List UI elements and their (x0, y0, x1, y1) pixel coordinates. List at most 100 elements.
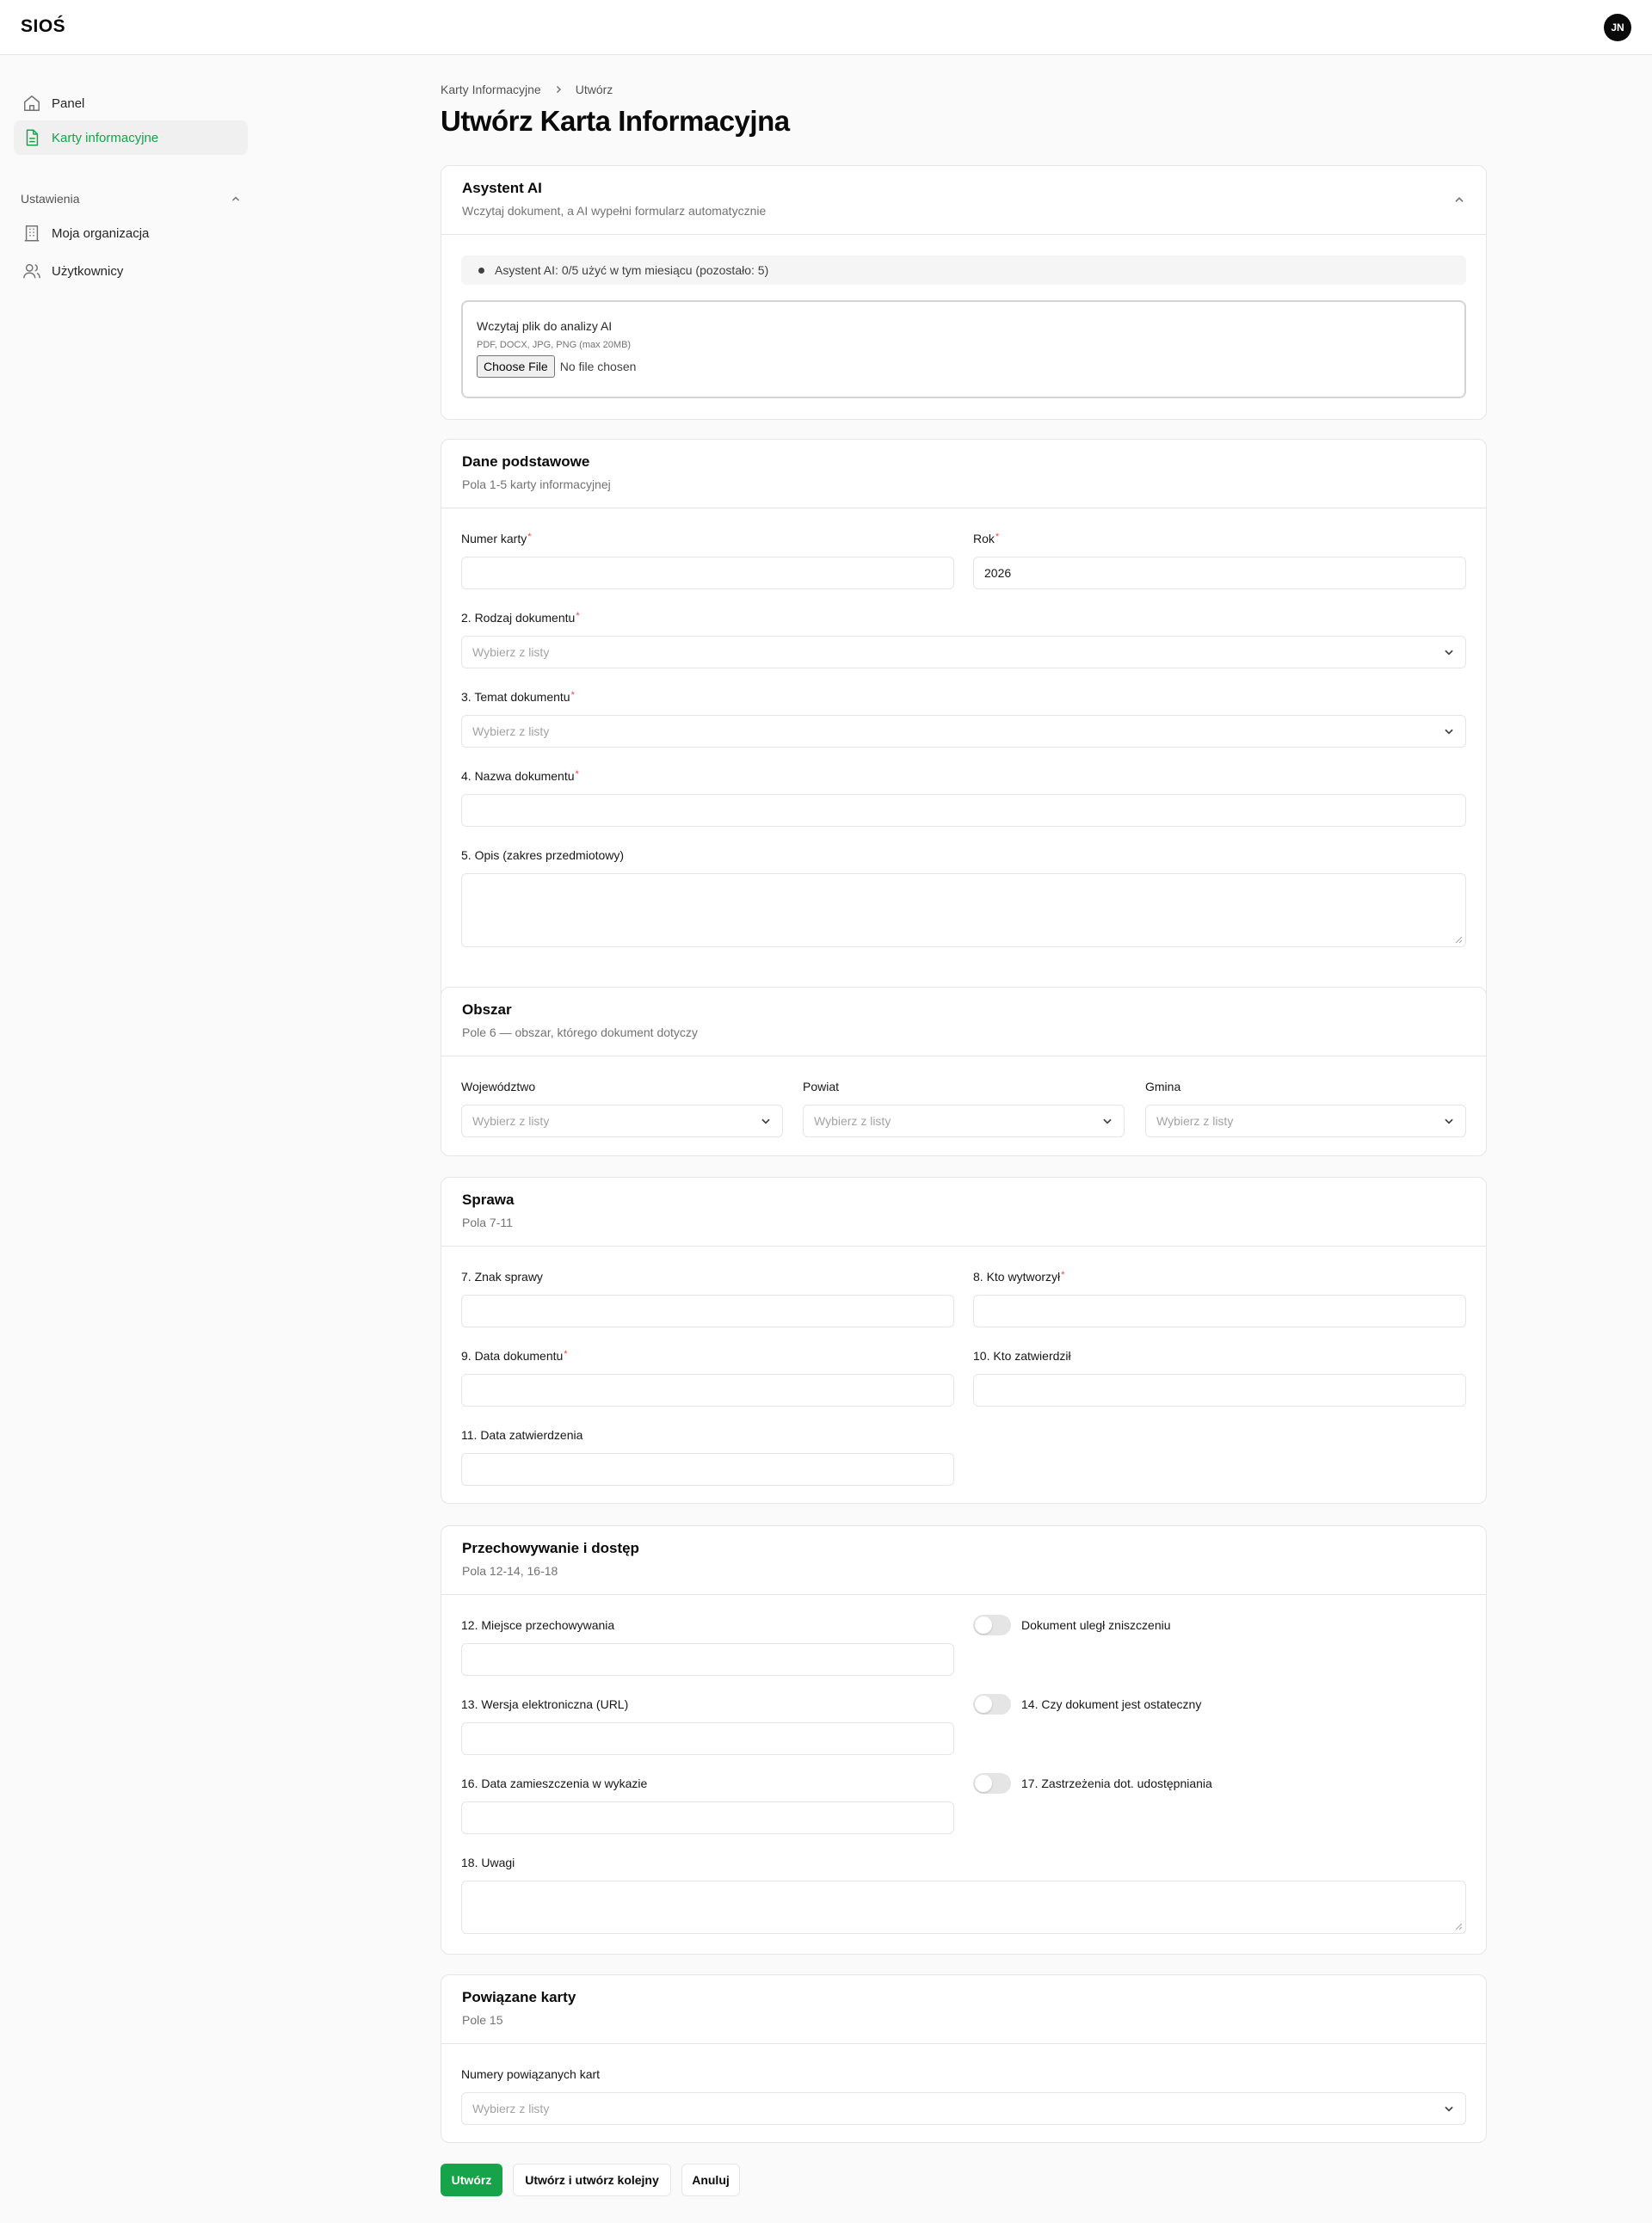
year-label: Rok* (973, 532, 1000, 545)
related-cards-card: Powiązane karty Pole 15 Numery powiązany… (441, 1974, 1487, 2143)
final-label: 14. Czy dokument jest ostateczny (1021, 1697, 1202, 1711)
file-input[interactable]: Choose File No file chosen (477, 355, 1451, 378)
sidebar-item-label: Karty informacyjne (52, 130, 159, 145)
upload-hint: PDF, DOCX, JPG, PNG (max 20MB) (477, 340, 632, 350)
sidebar-item-label: Panel (52, 95, 85, 111)
users-icon (23, 263, 40, 279)
cancel-button[interactable]: Anuluj (681, 2164, 740, 2196)
case-sign-label: 7. Znak sprawy (461, 1270, 543, 1284)
user-avatar[interactable]: JN (1604, 14, 1631, 41)
listing-date-input[interactable] (461, 1801, 954, 1834)
breadcrumb: Karty Informacyjne Utwórz (441, 83, 613, 96)
choose-file-button[interactable]: Choose File (477, 355, 555, 378)
doc-date-label: 9. Data dokumentu* (461, 1349, 568, 1363)
approved-by-input[interactable] (973, 1374, 1466, 1407)
basic-data-card: Dane podstawowe Pola 1-5 karty informacy… (441, 439, 1487, 1022)
url-label: 13. Wersja elektroniczna (URL) (461, 1697, 629, 1711)
required-mark: * (527, 532, 532, 542)
chevron-down-icon (1103, 1118, 1112, 1124)
storage-card: Przechowywanie i dostęp Pola 12-14, 16-1… (441, 1525, 1487, 1955)
app-brand[interactable]: SIOŚ (21, 16, 65, 37)
commune-label: Gmina (1145, 1080, 1181, 1093)
select-placeholder: Wybierz z listy (814, 1114, 891, 1128)
notes-textarea[interactable] (461, 1881, 1466, 1934)
doc-topic-select[interactable]: Wybierz z listy (461, 715, 1466, 748)
card-title: Dane podstawowe (462, 453, 590, 470)
upload-title: Wczytaj plik do analizy AI (477, 319, 613, 333)
created-by-label: 8. Kto wytworzył* (973, 1270, 1065, 1284)
storage-location-input[interactable] (461, 1643, 954, 1676)
chevron-up-icon (231, 196, 240, 201)
ai-assistant-card: Asystent AI Wczytaj dokument, a AI wypeł… (441, 165, 1487, 420)
year-input[interactable]: 2026 (973, 557, 1466, 589)
notes-label: 18. Uwagi (461, 1856, 515, 1869)
sidebar-item-panel[interactable]: Panel (14, 86, 248, 120)
description-textarea[interactable] (461, 873, 1466, 947)
doc-type-label: 2. Rodzaj dokumentu* (461, 611, 580, 625)
related-numbers-select[interactable]: Wybierz z listy (461, 2092, 1466, 2125)
top-bar: SIOŚ JN (0, 0, 1652, 55)
card-subtitle: Pole 6 — obszar, którego dokument dotycz… (462, 1025, 698, 1039)
resize-grip-icon[interactable] (1455, 1923, 1463, 1931)
ai-usage-text: Asystent AI: 0/5 użyć w tym miesiącu (po… (495, 263, 769, 277)
created-by-input[interactable] (973, 1295, 1466, 1327)
select-placeholder: Wybierz z listy (472, 2102, 550, 2115)
card-header[interactable]: Asystent AI Wczytaj dokument, a AI wypeł… (441, 166, 1486, 235)
commune-select[interactable]: Wybierz z listy (1145, 1105, 1466, 1137)
card-number-input[interactable] (461, 557, 954, 589)
breadcrumb-parent[interactable]: Karty Informacyjne (441, 83, 541, 96)
required-mark: * (1061, 1270, 1065, 1280)
create-another-button[interactable]: Utwórz i utwórz kolejny (513, 2164, 671, 2196)
status-dot-icon (478, 267, 484, 274)
doc-topic-label: 3. Temat dokumentu* (461, 690, 575, 704)
sidebar-item-users[interactable]: Użytkownicy (14, 254, 248, 288)
sidebar-group-label: Ustawienia (21, 192, 80, 206)
ai-upload-box: Wczytaj plik do analizy AI PDF, DOCX, JP… (461, 300, 1466, 398)
county-label: Powiat (803, 1080, 840, 1093)
related-numbers-label: Numery powiązanych kart (461, 2067, 601, 2081)
doc-type-select[interactable]: Wybierz z listy (461, 636, 1466, 668)
home-icon (24, 95, 40, 111)
chevron-down-icon (761, 1118, 770, 1124)
chevron-down-icon (1445, 650, 1453, 656)
sidebar-item-organization[interactable]: Moja organizacja (14, 216, 248, 250)
page-title: Utwórz Karta Informacyjna (441, 105, 790, 137)
chevron-up-icon[interactable] (1453, 194, 1465, 206)
voivodeship-label: Województwo (461, 1080, 536, 1093)
county-select[interactable]: Wybierz z listy (803, 1105, 1125, 1137)
card-header: Powiązane karty Pole 15 (441, 1975, 1486, 2044)
chevron-down-icon (1445, 1118, 1453, 1124)
resize-grip-icon[interactable] (1455, 936, 1463, 944)
required-mark: * (575, 769, 579, 779)
card-title: Sprawa (462, 1192, 515, 1208)
required-mark: * (576, 611, 580, 621)
create-button[interactable]: Utwórz (441, 2164, 502, 2196)
destroyed-toggle[interactable] (973, 1615, 1011, 1635)
document-icon (26, 129, 39, 146)
restrictions-label: 17. Zastrzeżenia dot. udostępniania (1021, 1777, 1212, 1790)
description-label: 5. Opis (zakres przedmiotowy) (461, 848, 625, 862)
file-status: No file chosen (559, 360, 637, 373)
final-toggle-row: 14. Czy dokument jest ostateczny (973, 1694, 1201, 1715)
card-header: Obszar Pole 6 — obszar, którego dokument… (441, 988, 1486, 1056)
approval-date-input[interactable] (461, 1453, 954, 1486)
card-header: Dane podstawowe Pola 1-5 karty informacy… (441, 440, 1486, 508)
sidebar-item-karty[interactable]: Karty informacyjne (14, 120, 248, 155)
doc-name-input[interactable] (461, 794, 1466, 827)
url-input[interactable] (461, 1722, 954, 1755)
chevron-right-icon (556, 85, 561, 94)
doc-date-input[interactable] (461, 1374, 954, 1407)
sidebar-item-label: Użytkownicy (52, 263, 124, 279)
restrictions-toggle[interactable] (973, 1773, 1011, 1794)
voivodeship-select[interactable]: Wybierz z listy (461, 1105, 783, 1137)
final-toggle[interactable] (973, 1694, 1011, 1715)
sidebar-item-label: Moja organizacja (52, 225, 150, 241)
case-sign-input[interactable] (461, 1295, 954, 1327)
card-title: Asystent AI (462, 180, 542, 196)
restrictions-toggle-row: 17. Zastrzeżenia dot. udostępniania (973, 1773, 1212, 1794)
required-mark: * (564, 1349, 568, 1359)
card-header: Sprawa Pola 7-11 (441, 1178, 1486, 1247)
case-card: Sprawa Pola 7-11 7. Znak sprawy 8. Kto w… (441, 1177, 1487, 1504)
card-subtitle: Pola 1-5 karty informacyjnej (462, 477, 611, 491)
sidebar-group-settings[interactable]: Ustawienia (21, 186, 241, 212)
